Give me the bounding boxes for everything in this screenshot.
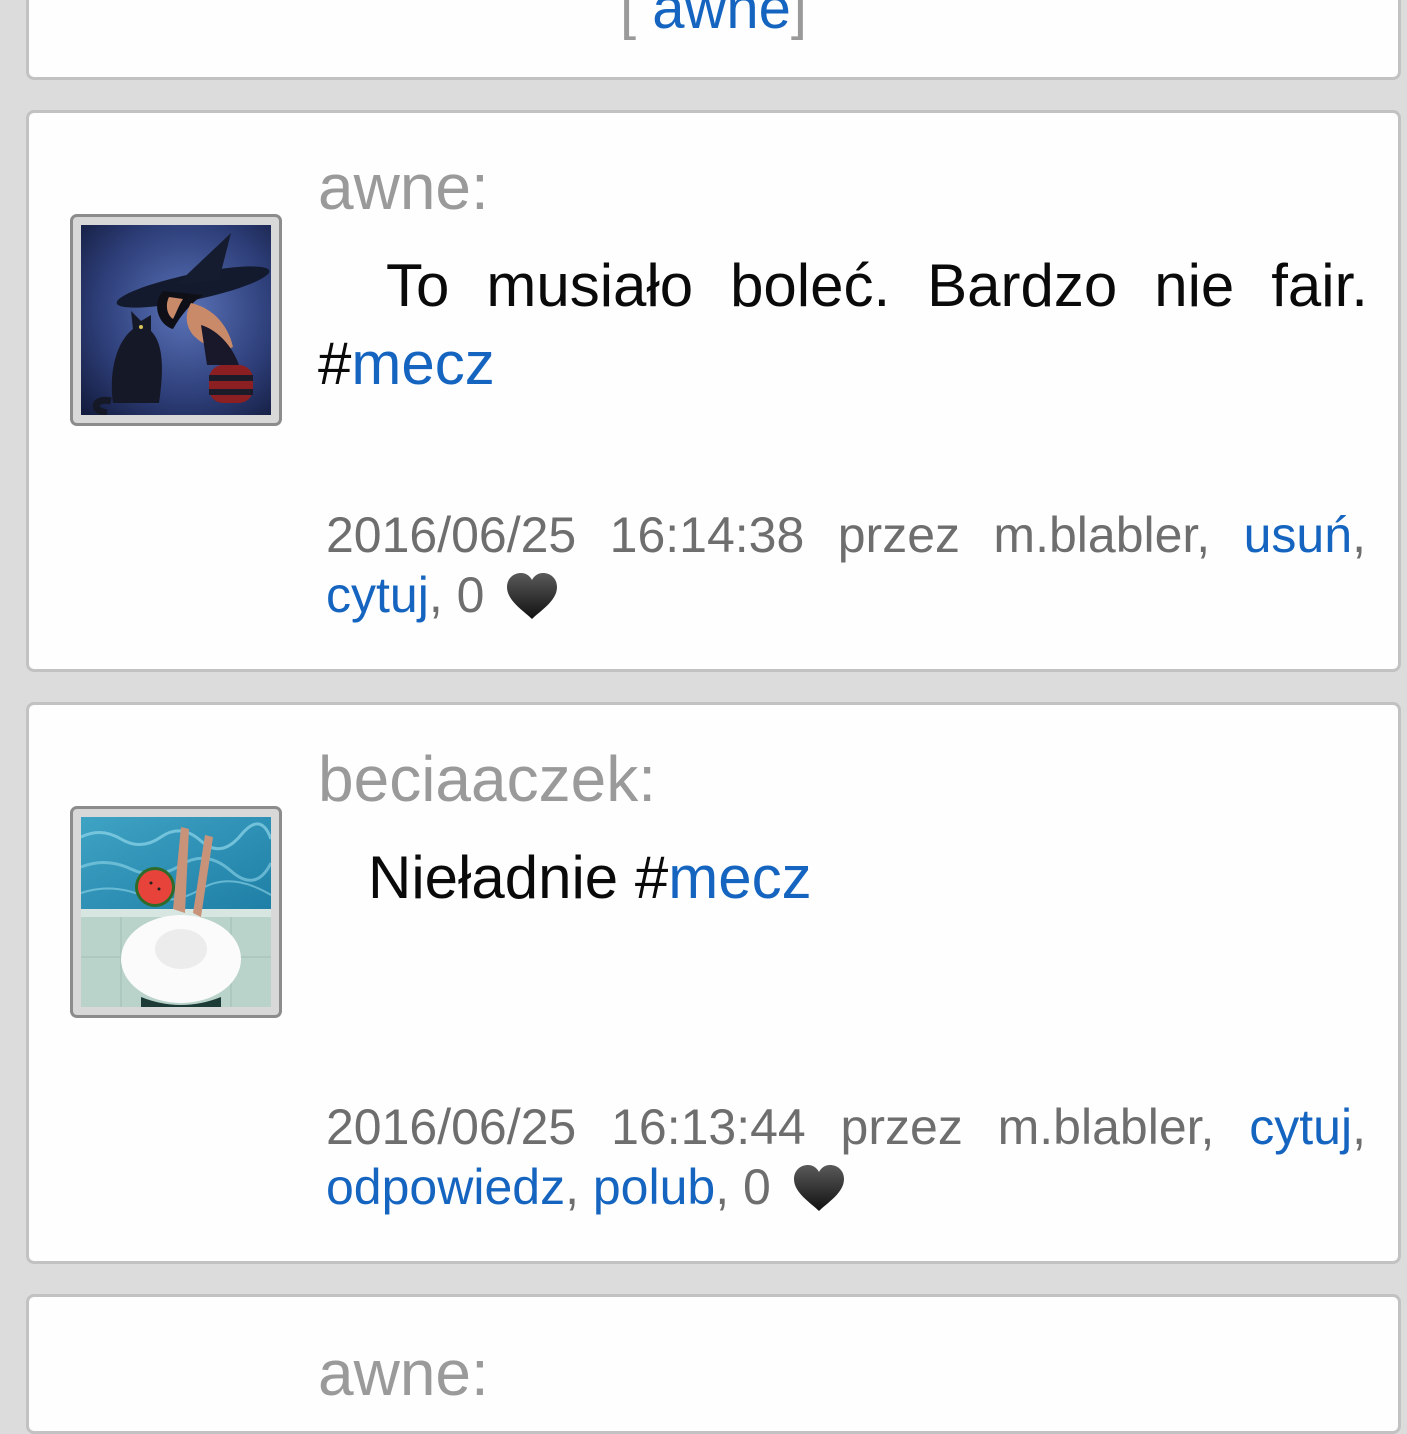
message-word: musiało: [486, 252, 694, 319]
post-message: Nieładnie #mecz: [318, 839, 1368, 917]
message-line: Nieładnie #mecz: [318, 839, 1368, 917]
post-author: beciaaczek:: [318, 743, 656, 815]
message-line: #mecz: [318, 325, 1368, 403]
like-link[interactable]: polub: [593, 1159, 715, 1215]
bracket-close: ]: [790, 0, 808, 41]
przez-label: przez: [840, 1099, 963, 1155]
message-word: fair.: [1271, 252, 1368, 319]
post-meta: 2016/06/25 16:14:38 przez m.blabler, usu…: [326, 505, 1366, 625]
like-count: 0: [456, 567, 485, 623]
message-text: Nieładnie: [368, 844, 635, 911]
post-author: awne:: [318, 1337, 489, 1409]
hashtag-link[interactable]: mecz: [668, 844, 811, 911]
delete-link[interactable]: usuń: [1244, 507, 1352, 563]
post-message: To musiało boleć. Bardzo nie fair. #mecz: [318, 247, 1368, 403]
avatar[interactable]: [70, 214, 282, 426]
reply-reference: [ awne]: [29, 0, 1398, 38]
avatar[interactable]: [70, 806, 282, 1018]
bracket-open: [: [619, 0, 637, 41]
message-line: To musiało boleć. Bardzo nie fair.: [318, 247, 1368, 325]
witch-with-cat-avatar: [81, 225, 271, 415]
post-meta: 2016/06/25 16:13:44 przez m.blabler, cyt…: [326, 1097, 1366, 1217]
reply-link[interactable]: odpowiedz: [326, 1159, 565, 1215]
hash-symbol: #: [634, 844, 669, 911]
post-date: 2016/06/25: [326, 1099, 577, 1155]
message-word: Bardzo: [927, 252, 1118, 319]
meta-line: cytuj, 0: [326, 565, 1366, 625]
source-user: m.blabler,: [997, 1099, 1215, 1155]
post-time: 16:14:38: [609, 507, 805, 563]
meta-line: odpowiedz, polub, 0: [326, 1157, 1366, 1217]
post-card-top: [ awne]: [26, 0, 1401, 80]
quote-link[interactable]: cytuj: [326, 567, 429, 623]
meta-line: 2016/06/25 16:13:44 przez m.blabler, cyt…: [326, 1099, 1366, 1155]
post-time: 16:13:44: [611, 1099, 806, 1155]
like-count: 0: [743, 1159, 771, 1215]
heart-icon: [507, 573, 558, 619]
post-card: beciaaczek: Nieładnie #mecz 2016/06/25 1…: [26, 702, 1401, 1264]
hashtag-link[interactable]: mecz: [351, 330, 494, 397]
meta-line: 2016/06/25 16:14:38 przez m.blabler, usu…: [326, 507, 1366, 563]
quote-link[interactable]: cytuj: [1249, 1099, 1352, 1155]
post-card: awne: To musiało boleć. Bardzo nie fair.…: [26, 110, 1401, 672]
heart-icon: [793, 1165, 844, 1211]
woman-by-pool-avatar: [81, 817, 271, 1007]
source-user: m.blabler,: [993, 507, 1211, 563]
hash-symbol: #: [318, 330, 352, 397]
post-card: awne:: [26, 1294, 1401, 1434]
post-author: awne:: [318, 151, 489, 223]
author-link[interactable]: awne: [652, 0, 791, 41]
message-word: To: [386, 252, 450, 319]
przez-label: przez: [837, 507, 960, 563]
message-word: nie: [1154, 252, 1235, 319]
post-date: 2016/06/25: [326, 507, 577, 563]
message-word: boleć.: [730, 252, 891, 319]
